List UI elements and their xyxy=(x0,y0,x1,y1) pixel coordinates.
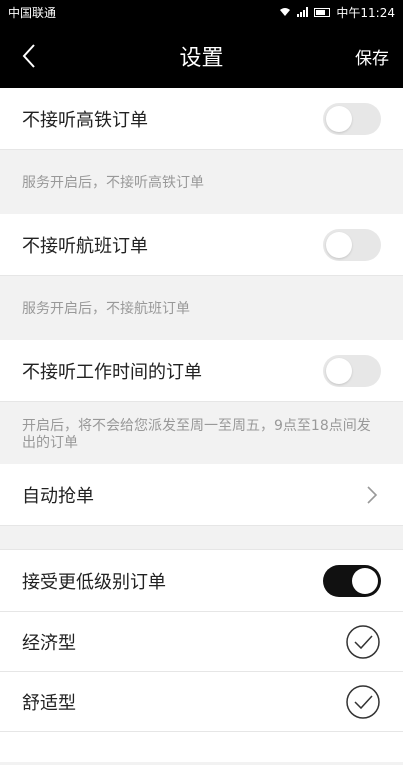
chevron-right-icon xyxy=(367,485,378,504)
setting-label: 不接听航班订单 xyxy=(22,235,148,257)
setting-hint: 服务开启后，不接听高铁订单 xyxy=(0,150,403,214)
wifi-icon xyxy=(279,7,291,17)
setting-row-auto-grab[interactable]: 自动抢单 xyxy=(0,464,403,526)
check-circle-icon[interactable] xyxy=(345,684,381,720)
carrier-label: 中国联通 xyxy=(8,5,57,20)
setting-label: 不接听高铁订单 xyxy=(22,109,148,131)
check-circle-icon[interactable] xyxy=(345,624,381,660)
car-type-row-comfort[interactable]: 舒适型 xyxy=(0,672,403,732)
list-bottom xyxy=(0,732,403,762)
chevron-left-icon xyxy=(22,44,35,68)
status-icons: 中午11:24 xyxy=(279,4,395,21)
setting-hint: 服务开启后，不接航班订单 xyxy=(0,276,403,340)
toggle-work-hours[interactable] xyxy=(323,354,381,387)
setting-label: 自动抢单 xyxy=(22,485,94,507)
section-divider xyxy=(0,526,403,550)
car-type-row-economy[interactable]: 经济型 xyxy=(0,612,403,672)
setting-label: 不接听工作时间的订单 xyxy=(22,361,202,383)
toggle-knob xyxy=(326,357,352,384)
clock-label: 中午11:24 xyxy=(336,5,395,20)
toggle-knob xyxy=(326,231,352,258)
setting-row-high-speed-rail: 不接听高铁订单 xyxy=(0,88,403,150)
toggle-high-speed-rail[interactable] xyxy=(323,102,381,135)
setting-label: 接受更低级别订单 xyxy=(22,571,166,593)
setting-row-lower-level: 接受更低级别订单 xyxy=(0,550,403,612)
car-type-label: 经济型 xyxy=(22,632,76,654)
toggle-knob xyxy=(326,105,352,132)
setting-hint: 开启后，将不会给您派发至周一至周五，9点至18点间发出的订单 xyxy=(0,402,403,464)
setting-row-flight: 不接听航班订单 xyxy=(0,214,403,276)
status-bar: 中国联通 中午11:24 xyxy=(0,0,403,24)
toggle-flight[interactable] xyxy=(323,228,381,261)
signal-icon xyxy=(297,7,309,17)
save-button[interactable]: 保存 xyxy=(355,44,389,69)
setting-row-work-hours: 不接听工作时间的订单 xyxy=(0,340,403,402)
page-title: 设置 xyxy=(179,46,224,71)
toggle-knob xyxy=(352,567,378,594)
toggle-lower-level[interactable] xyxy=(323,564,381,597)
battery-icon xyxy=(314,7,331,17)
back-button[interactable] xyxy=(14,41,44,71)
nav-bar: 设置 保存 xyxy=(0,24,403,88)
car-type-label: 舒适型 xyxy=(22,692,76,714)
